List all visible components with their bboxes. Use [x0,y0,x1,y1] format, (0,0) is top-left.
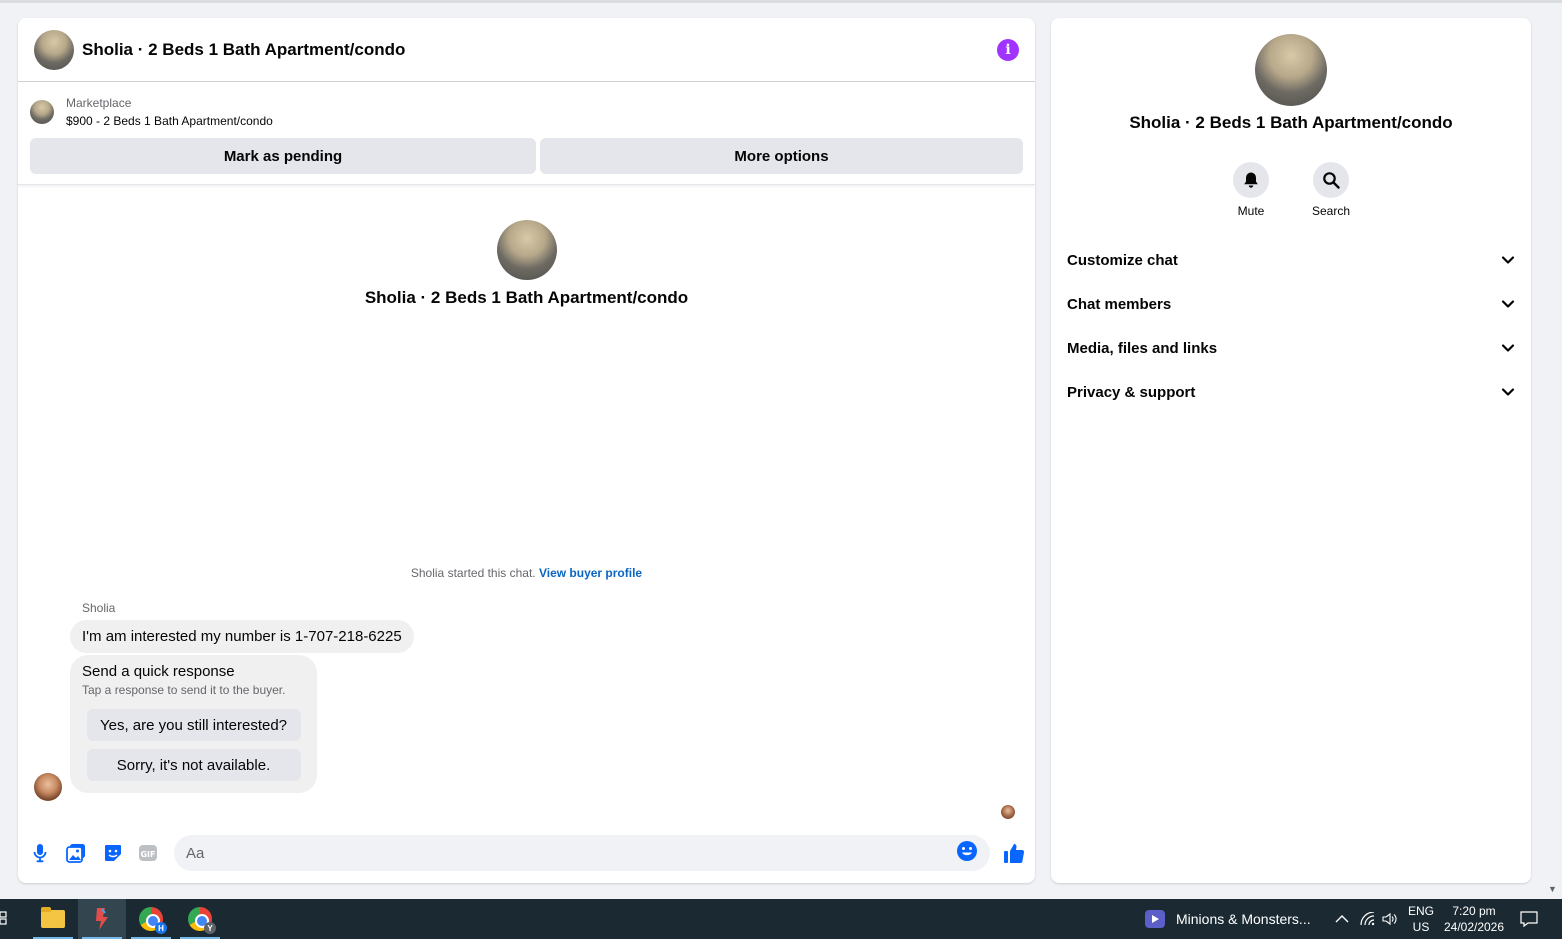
bell-icon[interactable] [1233,162,1269,198]
read-receipt-avatar [1001,805,1015,819]
listing-price-title: $900 - 2 Beds 1 Bath Apartment/condo [66,114,273,128]
mark-as-pending-button[interactable]: Mark as pending [30,138,536,174]
section-label: Privacy & support [1067,383,1196,401]
mute-button[interactable]: Mute [1229,162,1273,218]
started-text: Sholia started this chat. [410,566,536,580]
intro-avatar [496,220,557,280]
details-panel: Sholia · 2 Beds 1 Bath Apartment/condo M… [1051,18,1531,883]
section-chat-members[interactable]: Chat members [1059,282,1523,326]
language-indicator[interactable]: ENG US [1405,903,1437,935]
clock-date: 24/02/2026 [1443,920,1505,934]
language-code: ENG [1407,904,1434,918]
chevron-down-icon [1501,252,1515,269]
composer: GIF [18,833,1035,873]
chrome-taskbar-button-h[interactable]: H [127,899,175,939]
marketplace-bar: Marketplace $900 - 2 Beds 1 Bath Apartme… [18,82,1035,185]
quick-response-title: Send a quick response [82,663,235,680]
chrome-taskbar-button-y[interactable]: Y [176,899,224,939]
details-sections: Customize chat Chat members Media, files… [1051,238,1531,414]
clock-time: 7:20 pm [1452,904,1496,918]
like-icon[interactable] [1002,841,1026,865]
file-explorer-taskbar-button[interactable] [29,899,77,939]
chevron-down-icon [1501,340,1515,357]
info-icon[interactable]: i [997,38,1019,61]
emoji-icon[interactable] [956,840,978,867]
message-input[interactable] [186,844,956,862]
view-buyer-profile-link[interactable]: View buyer profile [539,566,642,580]
mute-label: Mute [1237,204,1265,218]
quick-reply-not-available[interactable]: Sorry, it's not available. [86,749,301,781]
more-options-button[interactable]: More options [540,138,1023,174]
section-label: Customize chat [1067,251,1178,269]
search-button[interactable]: Search [1309,162,1353,218]
chrome-icon: H [139,907,167,934]
chat-panel: Sholia · 2 Beds 1 Bath Apartment/condo i… [18,18,1035,883]
section-privacy-support[interactable]: Privacy & support [1059,370,1523,414]
media-title: Minions & Monsters... [1176,911,1311,927]
conversation-intro: Sholia · 2 Beds 1 Bath Apartment/condo [18,220,1035,308]
section-media-files-links[interactable]: Media, files and links [1059,326,1523,370]
volume-icon[interactable] [1382,899,1398,939]
chrome-icon: Y [188,907,216,934]
sticker-icon[interactable] [102,842,124,864]
quick-reply-still-interested[interactable]: Yes, are you still interested? [86,709,301,741]
profile-badge: Y [204,922,216,934]
svg-text:GIF: GIF [140,850,155,859]
message-bubble[interactable]: I'm am interested my number is 1-707-218… [70,620,414,653]
microphone-icon[interactable] [29,842,51,864]
listing-avatar[interactable] [34,29,74,70]
chat-title[interactable]: Sholia · 2 Beds 1 Bath Apartment/condo [82,40,997,60]
chevron-down-icon [1501,296,1515,313]
media-widget[interactable]: Minions & Monsters... [1145,899,1311,939]
chat-header: Sholia · 2 Beds 1 Bath Apartment/condo i [18,18,1035,82]
region-code: US [1412,920,1430,934]
details-title: Sholia · 2 Beds 1 Bath Apartment/condo [1129,113,1453,132]
marketplace-label: Marketplace [66,96,132,110]
clock[interactable]: 7:20 pm 24/02/2026 [1440,903,1508,935]
section-label: Media, files and links [1067,339,1218,357]
section-label: Chat members [1067,295,1172,313]
task-view-icon[interactable] [0,911,10,927]
show-hidden-icons[interactable] [1334,899,1350,939]
video-icon [1145,910,1165,928]
app-taskbar-button[interactable] [78,899,126,939]
section-customize-chat[interactable]: Customize chat [1059,238,1523,282]
taskbar: H Y Minions & Monsters... ENG US 7:20 pm… [0,899,1562,939]
scroll-down-arrow[interactable]: ▼ [1548,884,1557,894]
details-avatar[interactable] [1255,34,1327,106]
folder-icon [41,907,65,928]
intro-title: Sholia · 2 Beds 1 Bath Apartment/condo [364,288,689,307]
message-input-wrapper [174,835,990,871]
quick-response-card: Send a quick response Tap a response to … [70,655,317,793]
search-label: Search [1311,204,1351,218]
top-border [0,0,1562,3]
listing-thumbnail [30,100,54,124]
gif-icon[interactable]: GIF [137,842,159,864]
sender-avatar[interactable] [34,773,62,801]
app-icon [96,908,108,930]
network-icon[interactable] [1360,899,1376,939]
search-icon[interactable] [1313,162,1349,198]
quick-response-subtitle: Tap a response to send it to the buyer. [82,683,286,697]
profile-badge: H [155,922,167,934]
details-actions: Mute Search [1051,162,1531,218]
image-icon[interactable] [65,842,87,864]
chat-started-notice: Sholia started this chat. View buyer pro… [18,566,1035,580]
chevron-down-icon [1501,384,1515,401]
notification-icon[interactable] [1519,899,1539,939]
marketplace-listing-row[interactable]: Marketplace $900 - 2 Beds 1 Bath Apartme… [30,92,1023,132]
sender-name: Sholia [82,601,116,615]
